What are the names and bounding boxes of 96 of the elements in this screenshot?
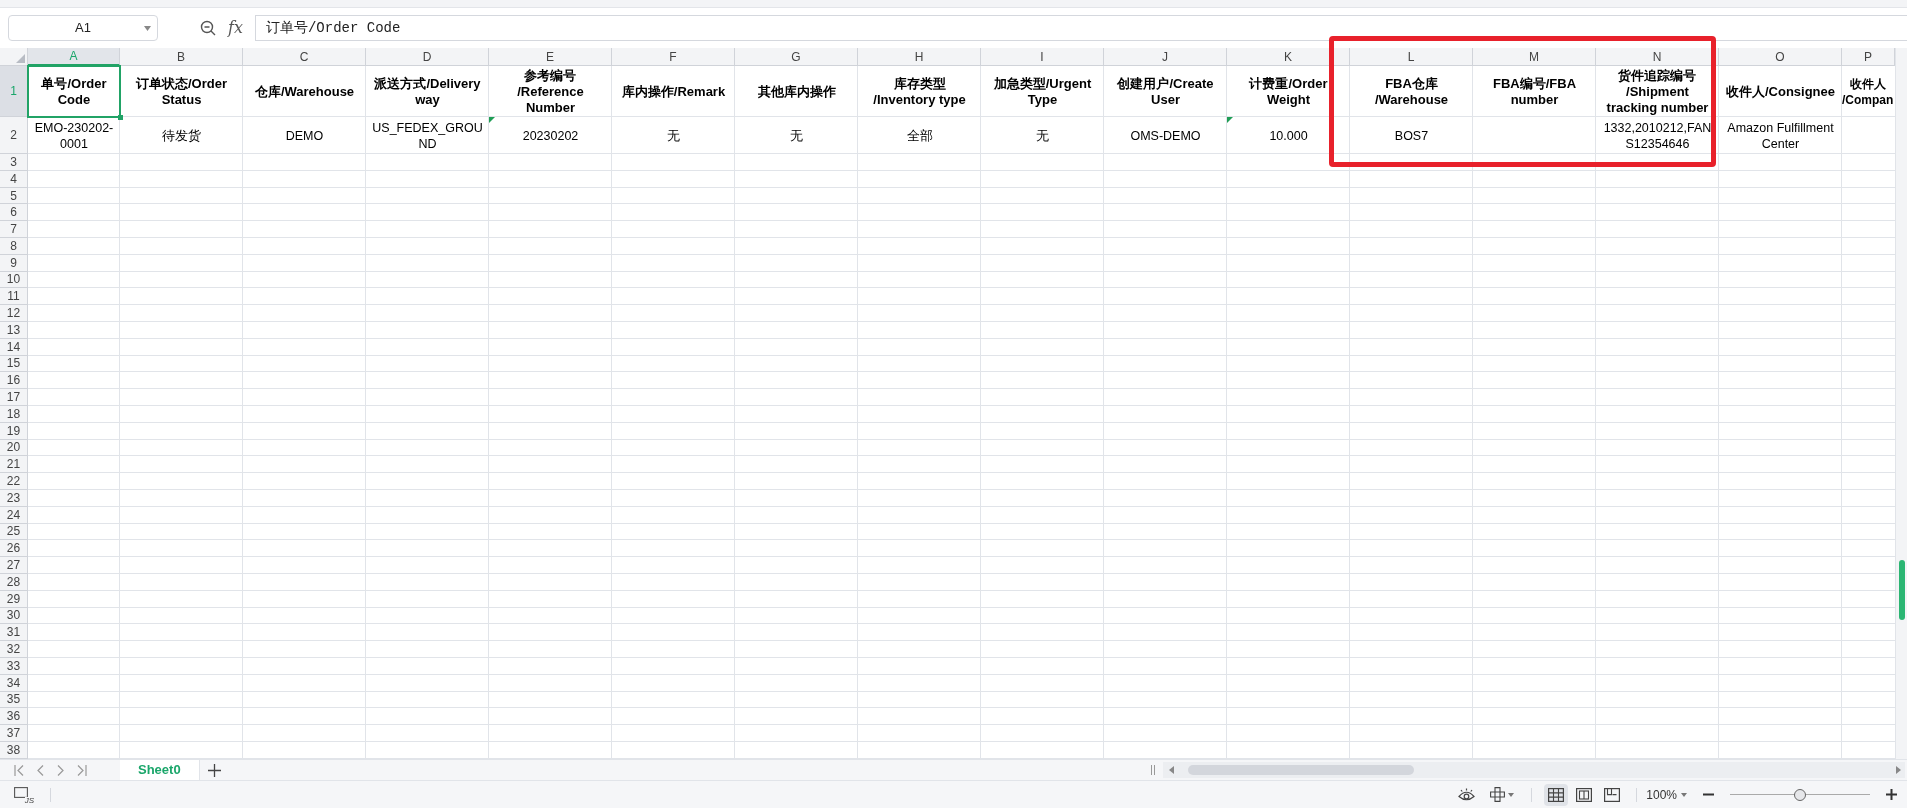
- formula-field[interactable]: 订单号/Order Code: [254, 15, 1907, 41]
- splitter-handle-icon[interactable]: [1151, 765, 1155, 775]
- row-number[interactable]: 11: [0, 288, 28, 306]
- header-cell: FBA仓库 /Warehouse: [1374, 75, 1449, 108]
- vertical-scrollbar[interactable]: [1895, 48, 1907, 759]
- table-cell: 全部: [906, 127, 933, 144]
- table-cell: 1332,2010212,FAN S12354646: [1603, 119, 1712, 152]
- column-letter[interactable]: L: [1350, 48, 1473, 66]
- row-number[interactable]: 7: [0, 221, 28, 238]
- header-cell: 加急类型/Urgent Type: [993, 75, 1092, 108]
- row-number[interactable]: 31: [0, 624, 28, 642]
- table-cell: 无: [1036, 127, 1049, 144]
- zoom-icon[interactable]: [200, 20, 216, 36]
- column-letter[interactable]: M: [1473, 48, 1596, 66]
- cross-grid-icon: [1490, 787, 1506, 802]
- formula-text: 订单号/Order Code: [265, 18, 401, 38]
- row-number[interactable]: 37: [0, 725, 28, 742]
- slider-thumb[interactable]: [1794, 788, 1806, 801]
- header-cell: FBA编号/FBA number: [1492, 75, 1576, 108]
- row-number[interactable]: 21: [0, 456, 28, 474]
- header-cell: 订单状态/Order Status: [136, 75, 227, 108]
- column-letter[interactable]: K: [1227, 48, 1350, 66]
- column-letter[interactable]: D: [366, 48, 489, 66]
- name-box[interactable]: A1: [8, 15, 158, 41]
- column-letter[interactable]: I: [981, 48, 1104, 66]
- table-cell: OMS-DEMO: [1130, 127, 1201, 144]
- grid-view-icon: [1548, 787, 1565, 802]
- row-number[interactable]: 32: [0, 641, 28, 658]
- macro-button[interactable]: JS: [14, 786, 34, 803]
- header-cell: 货件追踪编号 /Shipment tracking number: [1606, 67, 1709, 116]
- header-cell: 派送方式/Delivery way: [374, 75, 481, 108]
- zoom-slider[interactable]: [1730, 788, 1870, 801]
- row-number[interactable]: 6: [0, 204, 28, 222]
- zoom-out-icon[interactable]: [1703, 793, 1714, 796]
- page-view-icon: [1604, 787, 1621, 802]
- column-letter[interactable]: E: [489, 48, 612, 66]
- row-number[interactable]: 22: [0, 473, 28, 490]
- scrollbar-thumb[interactable]: [1188, 765, 1414, 775]
- table-cell: 待发货: [162, 127, 201, 144]
- column-letter[interactable]: G: [735, 48, 858, 66]
- zoom-dropdown[interactable]: 100%: [1646, 785, 1687, 804]
- header-cell: 创建用户/Create User: [1117, 75, 1214, 108]
- row-number[interactable]: 16: [0, 372, 28, 390]
- column-letter[interactable]: H: [858, 48, 981, 66]
- table-cell: Amazon Fulfillment Center: [1727, 119, 1834, 152]
- table-cell: US_FEDEX_GROU ND: [372, 119, 483, 152]
- table-cell: BOS7: [1394, 127, 1429, 144]
- table-cell: 10.000: [1269, 127, 1308, 144]
- function-icon[interactable]: fx: [228, 16, 243, 40]
- last-sheet-icon[interactable]: [77, 764, 87, 776]
- table-cell: EMO-230202- 0001: [34, 119, 114, 152]
- header-cell: 收件人/Consignee: [1725, 83, 1836, 100]
- caret-icon: [144, 26, 151, 31]
- first-sheet-icon[interactable]: [14, 764, 24, 776]
- column-letter[interactable]: J: [1104, 48, 1227, 66]
- header-cell: 参考编号 /Reference Number: [517, 67, 584, 116]
- row-number[interactable]: 3: [0, 154, 28, 171]
- row-number[interactable]: 27: [0, 557, 28, 574]
- column-letter[interactable]: O: [1719, 48, 1842, 66]
- select-all-corner[interactable]: [16, 54, 25, 63]
- row-number[interactable]: 36: [0, 708, 28, 726]
- horizontal-scrollbar[interactable]: [1163, 762, 1905, 778]
- column-letter[interactable]: N: [1596, 48, 1719, 66]
- row-number[interactable]: 26: [0, 540, 28, 558]
- table-cell: 无: [790, 127, 803, 144]
- table-cell: 20230202: [522, 127, 579, 144]
- header-cell: 库内操作/Remark: [621, 83, 726, 100]
- view-button[interactable]: [1544, 783, 1569, 806]
- row-number[interactable]: 2: [0, 117, 28, 154]
- header-cell: 收件人 /Compan: [1842, 75, 1894, 108]
- add-sheet-icon[interactable]: [207, 763, 221, 777]
- eye-icon[interactable]: [1458, 787, 1476, 802]
- row-number[interactable]: 12: [0, 305, 28, 322]
- column-letter[interactable]: F: [612, 48, 735, 66]
- column-letter[interactable]: B: [120, 48, 243, 66]
- header-cell: 其他库内操作: [757, 83, 836, 100]
- table-cell: DEMO: [285, 127, 324, 144]
- next-sheet-icon[interactable]: [57, 764, 64, 776]
- scroll-right-icon[interactable]: [1896, 766, 1901, 774]
- zoom-in-icon[interactable]: [1886, 789, 1897, 800]
- input-mode-button[interactable]: [1490, 787, 1515, 802]
- row-number[interactable]: 17: [0, 389, 28, 406]
- column-letter[interactable]: P: [1842, 48, 1895, 66]
- cell-reference: A1: [75, 19, 91, 38]
- table-cell: 无: [667, 127, 680, 144]
- scrollbar-thumb[interactable]: [1899, 560, 1905, 620]
- caret-icon: [1508, 792, 1515, 797]
- header-cell: 单号/Order Code: [41, 75, 107, 108]
- scroll-left-icon[interactable]: [1169, 766, 1174, 774]
- split-view-icon: [1576, 787, 1593, 802]
- header-cell: 仓库/Warehouse: [254, 83, 355, 100]
- header-cell: 计费重/Order Weight: [1249, 75, 1328, 108]
- column-letter[interactable]: C: [243, 48, 366, 66]
- caret-icon: [1681, 792, 1687, 797]
- previous-sheet-icon[interactable]: [37, 764, 44, 776]
- header-cell: 库存类型 /Inventory type: [873, 75, 966, 108]
